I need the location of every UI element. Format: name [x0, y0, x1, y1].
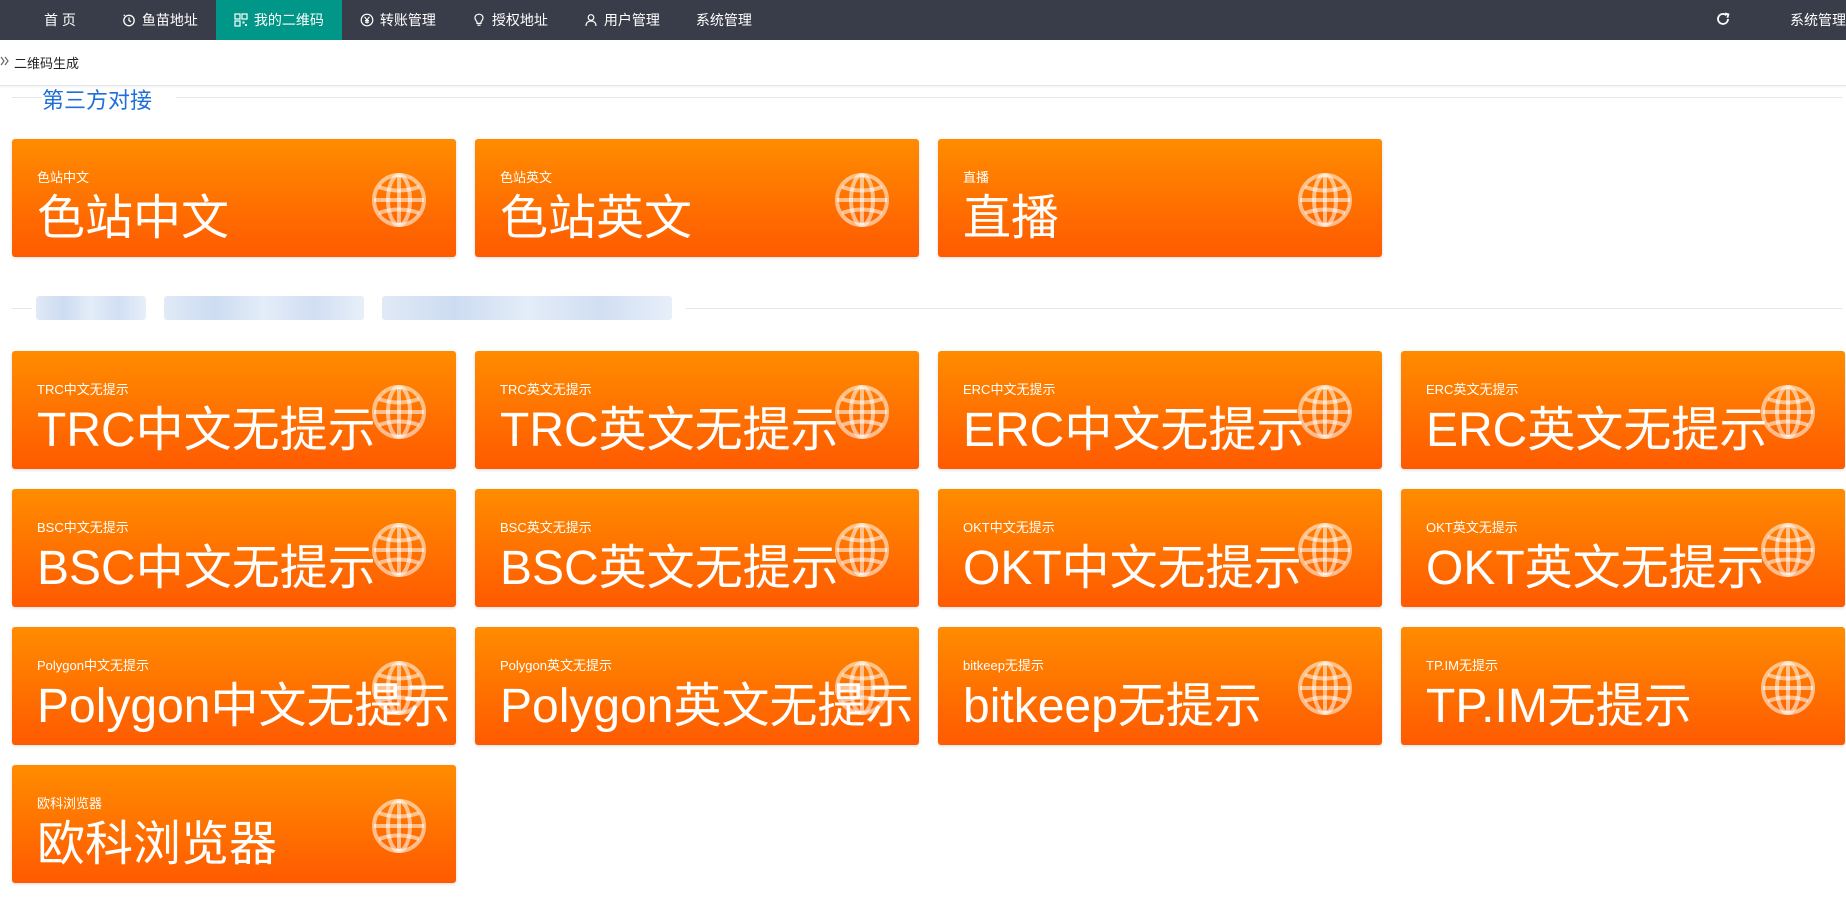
- card-title: ERC英文无提示: [1426, 404, 1768, 457]
- qrcode-card[interactable]: 直播 直播: [938, 139, 1382, 257]
- globe-icon: [833, 659, 891, 717]
- globe-icon: [370, 659, 428, 717]
- globe-icon: [1759, 383, 1817, 441]
- nav-item-auth-address[interactable]: 授权地址: [454, 0, 566, 40]
- qrcode-card[interactable]: 色站英文 色站英文: [475, 139, 919, 257]
- qrcode-card[interactable]: BSC英文无提示 BSC英文无提示: [475, 489, 919, 607]
- nav-item-label: 转账管理: [379, 12, 436, 28]
- obscured-text-block: [382, 296, 672, 320]
- section-divider: [176, 97, 1842, 98]
- qrcode-card[interactable]: Polygon英文无提示 Polygon英文无提示: [475, 627, 919, 745]
- nav-menu: 首 页 鱼苗地址 我的二维码 转账管理 授权地址 用户管理 系统管理: [0, 0, 770, 40]
- nav-item-system[interactable]: 系统管理: [678, 0, 770, 40]
- card-subtitle: 色站英文: [500, 170, 553, 185]
- obscured-text-block: [36, 296, 146, 320]
- nav-item-transfer[interactable]: 转账管理: [342, 0, 454, 40]
- qrcode-card[interactable]: bitkeep无提示 bitkeep无提示: [938, 627, 1382, 745]
- card-title: 欧科浏览器: [37, 818, 278, 871]
- nav-item-label: 系统管理: [695, 12, 752, 28]
- section-title: 第三方对接: [42, 88, 153, 113]
- nav-item-label: 用户管理: [603, 12, 660, 28]
- nav-item-fry-address[interactable]: 鱼苗地址: [104, 0, 216, 40]
- globe-icon: [833, 521, 891, 579]
- card-subtitle: TRC中文无提示: [37, 382, 129, 397]
- card-subtitle: BSC英文无提示: [500, 520, 592, 535]
- qrcode-card[interactable]: ERC英文无提示 ERC英文无提示: [1401, 351, 1845, 469]
- top-navbar: 首 页 鱼苗地址 我的二维码 转账管理 授权地址 用户管理 系统管理 系统管理: [0, 0, 1846, 40]
- qrcode-card[interactable]: OKT中文无提示 OKT中文无提示: [938, 489, 1382, 607]
- nav-item-users[interactable]: 用户管理: [566, 0, 678, 40]
- timer-icon: [122, 13, 136, 27]
- tab-strip: 二维码生成: [0, 40, 1846, 86]
- double-chevron-right-icon[interactable]: [0, 54, 10, 68]
- nav-item-label: 我的二维码: [253, 12, 324, 28]
- nav-item-my-qrcode[interactable]: 我的二维码: [215, 0, 342, 40]
- card-subtitle: Polygon英文无提示: [500, 658, 612, 673]
- qrcode-card[interactable]: ERC中文无提示 ERC中文无提示: [938, 351, 1382, 469]
- obscured-text-block: [164, 296, 364, 320]
- globe-icon: [1296, 521, 1354, 579]
- section-divider: [12, 308, 32, 309]
- card-title: ERC中文无提示: [963, 404, 1305, 457]
- user-icon: [584, 13, 598, 27]
- globe-icon: [1759, 659, 1817, 717]
- section-divider: [12, 97, 42, 98]
- card-title: OKT英文无提示: [1426, 542, 1765, 595]
- card-subtitle: TP.IM无提示: [1426, 658, 1498, 673]
- globe-icon: [1296, 171, 1354, 229]
- bulb-icon: [472, 13, 486, 27]
- refresh-button[interactable]: [1712, 8, 1734, 30]
- globe-icon: [833, 383, 891, 441]
- nav-item-label: 授权地址: [491, 12, 548, 28]
- yen-icon: [360, 13, 374, 27]
- qrcode-card[interactable]: TP.IM无提示 TP.IM无提示: [1401, 627, 1845, 745]
- nav-right-system-menu[interactable]: 系统管理: [1790, 0, 1846, 40]
- section-divider: [686, 308, 1842, 309]
- card-subtitle: TRC英文无提示: [500, 382, 592, 397]
- qrcode-card[interactable]: BSC中文无提示 BSC中文无提示: [12, 489, 456, 607]
- card-subtitle: OKT英文无提示: [1426, 520, 1518, 535]
- qrcode-card[interactable]: 色站中文 色站中文: [12, 139, 456, 257]
- globe-icon: [1759, 521, 1817, 579]
- card-subtitle: 直播: [963, 170, 990, 185]
- refresh-icon: [1715, 11, 1731, 27]
- nav-item-label: 首 页: [44, 12, 76, 28]
- card-title: TP.IM无提示: [1426, 680, 1692, 733]
- card-subtitle: 欧科浏览器: [37, 796, 103, 811]
- globe-icon: [833, 171, 891, 229]
- globe-icon: [370, 521, 428, 579]
- globe-icon: [1296, 659, 1354, 717]
- qrcode-icon: [234, 13, 248, 27]
- globe-icon: [370, 383, 428, 441]
- card-title: 直播: [963, 192, 1060, 245]
- globe-icon: [370, 171, 428, 229]
- card-title: BSC英文无提示: [500, 542, 839, 595]
- card-subtitle: 色站中文: [37, 170, 90, 185]
- tab-qrcode-generate[interactable]: 二维码生成: [14, 53, 79, 72]
- qrcode-card[interactable]: Polygon中文无提示 Polygon中文无提示: [12, 627, 456, 745]
- card-subtitle: Polygon中文无提示: [37, 658, 149, 673]
- card-title: BSC中文无提示: [37, 542, 376, 595]
- qrcode-card[interactable]: TRC英文无提示 TRC英文无提示: [475, 351, 919, 469]
- obscured-section-heading: [36, 295, 672, 321]
- qrcode-card[interactable]: OKT英文无提示 OKT英文无提示: [1401, 489, 1845, 607]
- card-title: bitkeep无提示: [963, 680, 1262, 733]
- nav-item-home[interactable]: 首 页: [0, 0, 104, 40]
- card-title: OKT中文无提示: [963, 542, 1302, 595]
- card-title: TRC中文无提示: [37, 404, 376, 457]
- card-subtitle: ERC英文无提示: [1426, 382, 1519, 397]
- qrcode-card[interactable]: TRC中文无提示 TRC中文无提示: [12, 351, 456, 469]
- card-subtitle: BSC中文无提示: [37, 520, 129, 535]
- card-title: 色站英文: [500, 192, 693, 245]
- globe-icon: [370, 797, 428, 855]
- globe-icon: [1296, 383, 1354, 441]
- nav-item-label: 鱼苗地址: [141, 12, 198, 28]
- card-subtitle: ERC中文无提示: [963, 382, 1056, 397]
- card-subtitle: OKT中文无提示: [963, 520, 1055, 535]
- card-subtitle: bitkeep无提示: [963, 658, 1044, 673]
- card-title: TRC英文无提示: [500, 404, 839, 457]
- qrcode-card[interactable]: 欧科浏览器 欧科浏览器: [12, 765, 456, 883]
- card-title: 色站中文: [37, 192, 230, 245]
